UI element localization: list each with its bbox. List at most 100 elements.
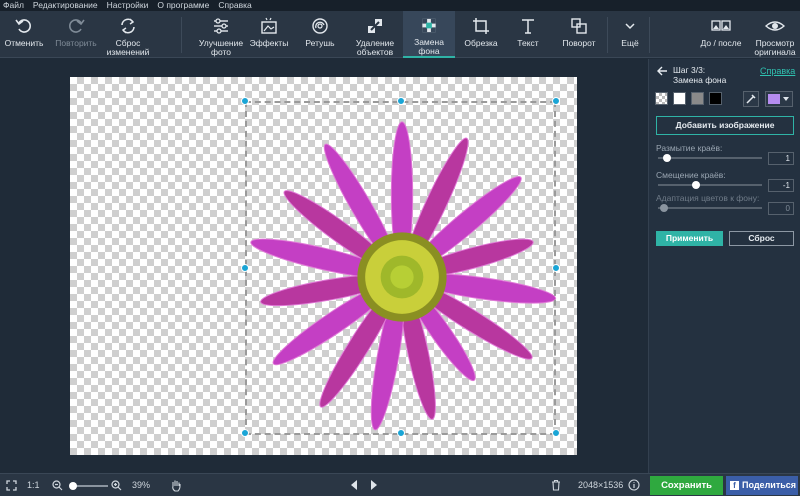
remove-objects-label: Удаление объектов (355, 38, 395, 57)
resize-handle-left[interactable] (241, 264, 249, 272)
toolbar-divider (607, 17, 608, 53)
toolbar-divider (181, 17, 182, 53)
selection-frame[interactable] (245, 101, 556, 435)
rotate-button[interactable]: Поворот (556, 11, 602, 58)
add-image-button[interactable]: Добавить изображение (656, 116, 794, 135)
status-bar: 1:1 39% 2048×1536 Сохранить f Поделиться (0, 473, 800, 496)
zoom-slider-thumb[interactable] (69, 482, 77, 490)
back-arrow-icon[interactable] (656, 65, 668, 77)
zoom-in-icon[interactable] (111, 480, 122, 491)
edge-blur-slider[interactable] (658, 154, 762, 162)
image-canvas[interactable] (70, 77, 577, 455)
zoom-slider[interactable] (69, 482, 108, 490)
edge-shift-slider[interactable] (658, 181, 762, 189)
replace-background-icon (422, 18, 436, 33)
text-label: Текст (517, 38, 539, 48)
white-swatch[interactable] (673, 92, 686, 105)
redo-button[interactable]: Повторить (52, 11, 100, 58)
save-button[interactable]: Сохранить (650, 476, 723, 495)
color-adapt-slider[interactable] (658, 204, 762, 212)
crop-label: Обрезка (464, 38, 498, 48)
eyedropper-button[interactable] (743, 91, 759, 107)
undo-button[interactable]: Отменить (2, 11, 46, 58)
apply-button[interactable]: Применить (656, 231, 723, 246)
slider-thumb[interactable] (662, 154, 671, 162)
reset-button[interactable]: Сброс (729, 231, 794, 246)
edge-shift-label: Смещение краёв: (656, 170, 726, 180)
menu-settings[interactable]: Настройки (107, 0, 149, 11)
edge-blur-value[interactable]: 1 (768, 152, 794, 165)
resize-handle-top-right[interactable] (552, 97, 560, 105)
resize-handle-bottom-right[interactable] (552, 429, 560, 437)
color-dropdown[interactable] (765, 91, 793, 107)
gray-swatch[interactable] (691, 92, 704, 105)
reset-changes-button[interactable]: Сброс изменений (104, 11, 152, 58)
eyedropper-icon (746, 94, 756, 104)
help-link[interactable]: Справка (760, 66, 795, 76)
redo-label: Повторить (55, 38, 97, 48)
slider-thumb[interactable] (691, 181, 700, 189)
undo-icon (15, 19, 31, 33)
hand-tool-icon[interactable] (170, 479, 182, 492)
menu-bar: Файл Редактирование Настройки О программ… (0, 0, 800, 11)
menu-file[interactable]: Файл (3, 0, 24, 11)
effects-button[interactable]: Эффекты (248, 11, 290, 58)
color-adapt-value[interactable]: 0 (768, 202, 794, 215)
retouch-button[interactable]: Ретушь (298, 11, 342, 58)
before-after-label: До / после (700, 38, 742, 48)
previous-image-icon[interactable] (350, 480, 358, 490)
resize-handle-bottom[interactable] (397, 429, 405, 437)
toolbar-divider (649, 17, 650, 53)
before-after-icon (711, 20, 731, 31)
view-original-button[interactable]: Просмотр оригинала (752, 11, 798, 58)
resize-handle-right[interactable] (552, 264, 560, 272)
edge-blur-label: Размытие краёв: (656, 143, 723, 153)
info-icon[interactable] (628, 479, 640, 491)
crop-button[interactable]: Обрезка (458, 11, 504, 58)
next-image-icon[interactable] (370, 480, 378, 490)
enhance-photo-label: Улучшение фото (198, 38, 244, 57)
view-original-label: Просмотр оригинала (754, 38, 796, 57)
resize-handle-bottom-left[interactable] (241, 429, 249, 437)
selected-color-chip (768, 94, 780, 104)
transparent-swatch[interactable] (655, 92, 668, 105)
fit-screen-icon[interactable] (6, 480, 17, 491)
before-after-button[interactable]: До / после (693, 11, 749, 58)
slider-thumb[interactable] (659, 204, 668, 212)
caret-down-icon (783, 97, 789, 101)
sliders-icon (214, 18, 228, 34)
trash-icon[interactable] (551, 479, 561, 491)
color-adapt-label: Адаптация цветов к фону: (656, 193, 760, 203)
more-button[interactable]: Ещё (613, 11, 647, 58)
black-swatch[interactable] (709, 92, 722, 105)
share-button[interactable]: f Поделиться (726, 476, 798, 495)
enhance-photo-button[interactable]: Улучшение фото (194, 11, 248, 58)
text-icon (522, 19, 534, 34)
crop-icon (473, 18, 489, 34)
menu-edit[interactable]: Редактирование (33, 0, 98, 11)
image-dimensions: 2048×1536 (578, 480, 624, 490)
zoom-percent: 39% (132, 480, 151, 490)
rotate-icon (571, 18, 587, 34)
reset-changes-label: Сброс изменений (106, 38, 150, 57)
actual-size-button[interactable]: 1:1 (27, 474, 40, 496)
chevron-down-icon (625, 23, 635, 30)
remove-objects-button[interactable]: Удаление объектов (348, 11, 402, 58)
facebook-icon: f (730, 481, 739, 490)
step-title: Шаг 3/3: Замена фона (673, 65, 727, 85)
workspace (0, 59, 647, 473)
redo-icon (69, 19, 85, 33)
rotate-label: Поворот (562, 38, 596, 48)
resize-handle-top-left[interactable] (241, 97, 249, 105)
replace-background-panel: Шаг 3/3: Замена фона Справка Добавить из… (648, 59, 800, 473)
zoom-out-icon[interactable] (52, 480, 63, 491)
text-button[interactable]: Текст (508, 11, 548, 58)
replace-background-button[interactable]: Замена фона (403, 11, 455, 58)
menu-about[interactable]: О программе (157, 0, 209, 11)
resize-handle-top[interactable] (397, 97, 405, 105)
edge-shift-value[interactable]: -1 (768, 179, 794, 192)
share-label: Поделиться (742, 480, 797, 490)
retouch-label: Ретушь (305, 38, 335, 48)
menu-help[interactable]: Справка (218, 0, 251, 11)
undo-label: Отменить (4, 38, 44, 48)
